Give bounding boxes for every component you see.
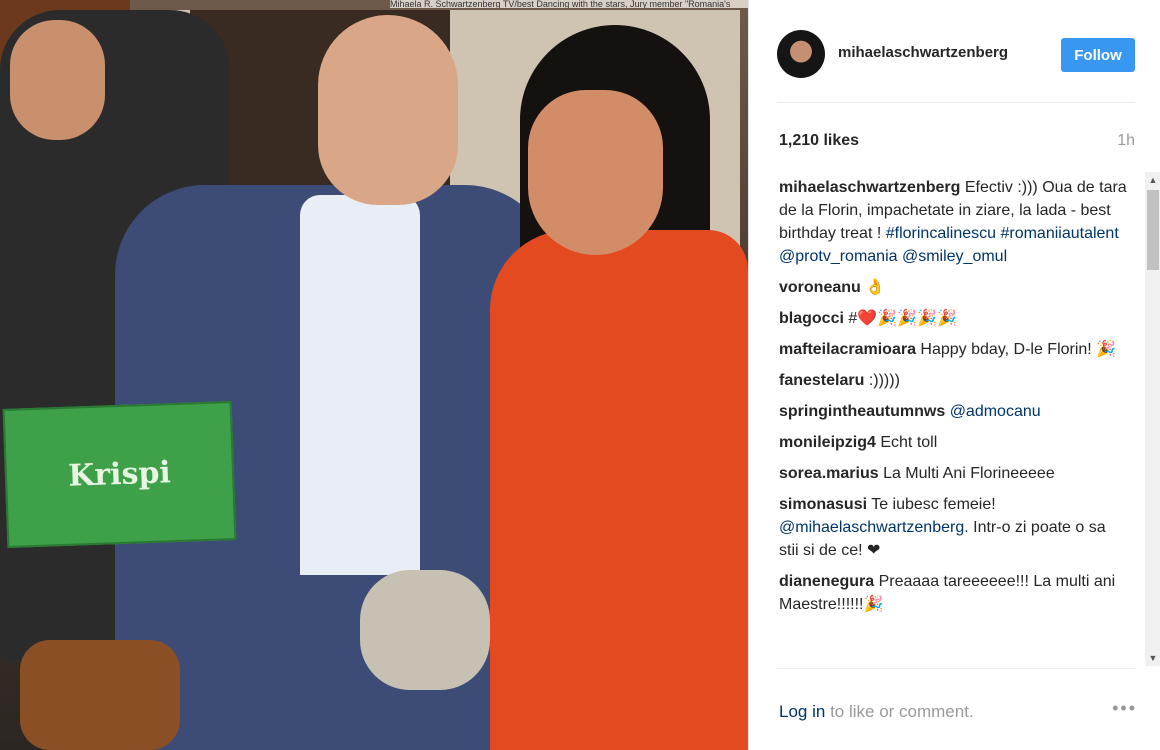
post-header: mihaelaschwartzenberg Follow xyxy=(749,0,1160,102)
comment-author[interactable]: sorea.marius xyxy=(779,465,879,482)
person-center-shirt xyxy=(300,195,420,575)
person-right-face xyxy=(528,90,663,255)
footer-divider xyxy=(777,668,1135,669)
comment-author[interactable]: dianenegura xyxy=(779,573,874,590)
comment-author[interactable]: monileipzig4 xyxy=(779,434,876,451)
scrollbar-thumb[interactable] xyxy=(1147,190,1159,270)
comment-author[interactable]: simonasusi xyxy=(779,496,867,513)
green-box: Krispi xyxy=(2,401,237,548)
comment-item: springintheautumnws @admocanu xyxy=(779,400,1127,423)
more-options-icon[interactable]: ••• xyxy=(1112,698,1137,719)
post-side-panel: mihaelaschwartzenberg Follow 1,210 likes… xyxy=(748,0,1160,750)
person-left-head xyxy=(10,20,105,140)
comments-scrollbar[interactable]: ▲ ▼ xyxy=(1145,172,1160,666)
post-photo[interactable]: Krispi Mihaela R. Schwartzenberg TV/best… xyxy=(0,0,748,750)
comment-text: La Multi Ani Florineeeee xyxy=(883,465,1055,482)
comment-author[interactable]: fanestelaru xyxy=(779,372,864,389)
wrapped-treats xyxy=(360,570,490,690)
person-center-head xyxy=(318,15,458,205)
comment-author[interactable]: mihaelaschwartzenberg xyxy=(779,179,960,196)
bread-loaf xyxy=(20,640,180,750)
mentions[interactable]: @protv_romania @smiley_omul xyxy=(779,248,1007,265)
comment-item: blagocci #❤️🎉🎉🎉🎉 xyxy=(779,307,1127,330)
post-username[interactable]: mihaelaschwartzenberg xyxy=(838,44,1008,61)
person-right-dress xyxy=(490,230,748,750)
login-text: to like or comment. xyxy=(830,702,974,721)
comment-item: simonasusi Te iubesc femeie! @mihaelasch… xyxy=(779,493,1127,562)
comments-list[interactable]: mihaelaschwartzenberg Efectiv :))) Oua d… xyxy=(779,176,1127,664)
box-label: Krispi xyxy=(67,455,172,494)
comment-mention[interactable]: @mihaelaschwartzenberg. xyxy=(779,519,969,536)
comment-item: voroneanu 👌 xyxy=(779,276,1127,299)
comment-item: mafteilacramioara Happy bday, D-le Flori… xyxy=(779,338,1127,361)
likes-count[interactable]: 1,210 likes xyxy=(779,132,859,150)
login-prompt: Log in to like or comment. xyxy=(779,702,974,722)
post-time[interactable]: 1h xyxy=(1117,132,1135,150)
comment-text: Echt toll xyxy=(880,434,938,451)
comment-author[interactable]: mafteilacramioara xyxy=(779,341,916,358)
comment-mention[interactable]: @admocanu xyxy=(950,403,1041,420)
comment-text: #❤️🎉🎉🎉🎉 xyxy=(848,310,957,327)
comment-text: Happy bday, D-le Florin! 🎉 xyxy=(920,341,1117,358)
caption-comment: mihaelaschwartzenberg Efectiv :))) Oua d… xyxy=(779,176,1127,268)
comment-text: :))))) xyxy=(868,372,900,389)
comment-item: dianenegura Preaaaa tareeeeee!!! La mult… xyxy=(779,570,1127,616)
comment-text: Te iubesc femeie! xyxy=(871,496,996,513)
comment-author[interactable]: blagocci xyxy=(779,310,844,327)
comment-item: fanestelaru :))))) xyxy=(779,369,1127,392)
comment-item: sorea.marius La Multi Ani Florineeeee xyxy=(779,462,1127,485)
hashtags[interactable]: #florincalinescu #romaniiautalent xyxy=(886,225,1119,242)
comment-item: monileipzig4 Echt toll xyxy=(779,431,1127,454)
comment-author[interactable]: springintheautumnws xyxy=(779,403,945,420)
photo-caption-strip: Mihaela R. Schwartzenberg TV/best Dancin… xyxy=(390,0,748,8)
header-divider xyxy=(777,102,1135,103)
comment-author[interactable]: voroneanu xyxy=(779,279,861,296)
scroll-down-icon[interactable]: ▼ xyxy=(1145,650,1160,666)
login-link[interactable]: Log in xyxy=(779,702,825,721)
comment-text: 👌 xyxy=(865,279,886,296)
scroll-up-icon[interactable]: ▲ xyxy=(1145,172,1160,188)
follow-button[interactable]: Follow xyxy=(1061,38,1135,72)
avatar[interactable] xyxy=(777,30,825,78)
